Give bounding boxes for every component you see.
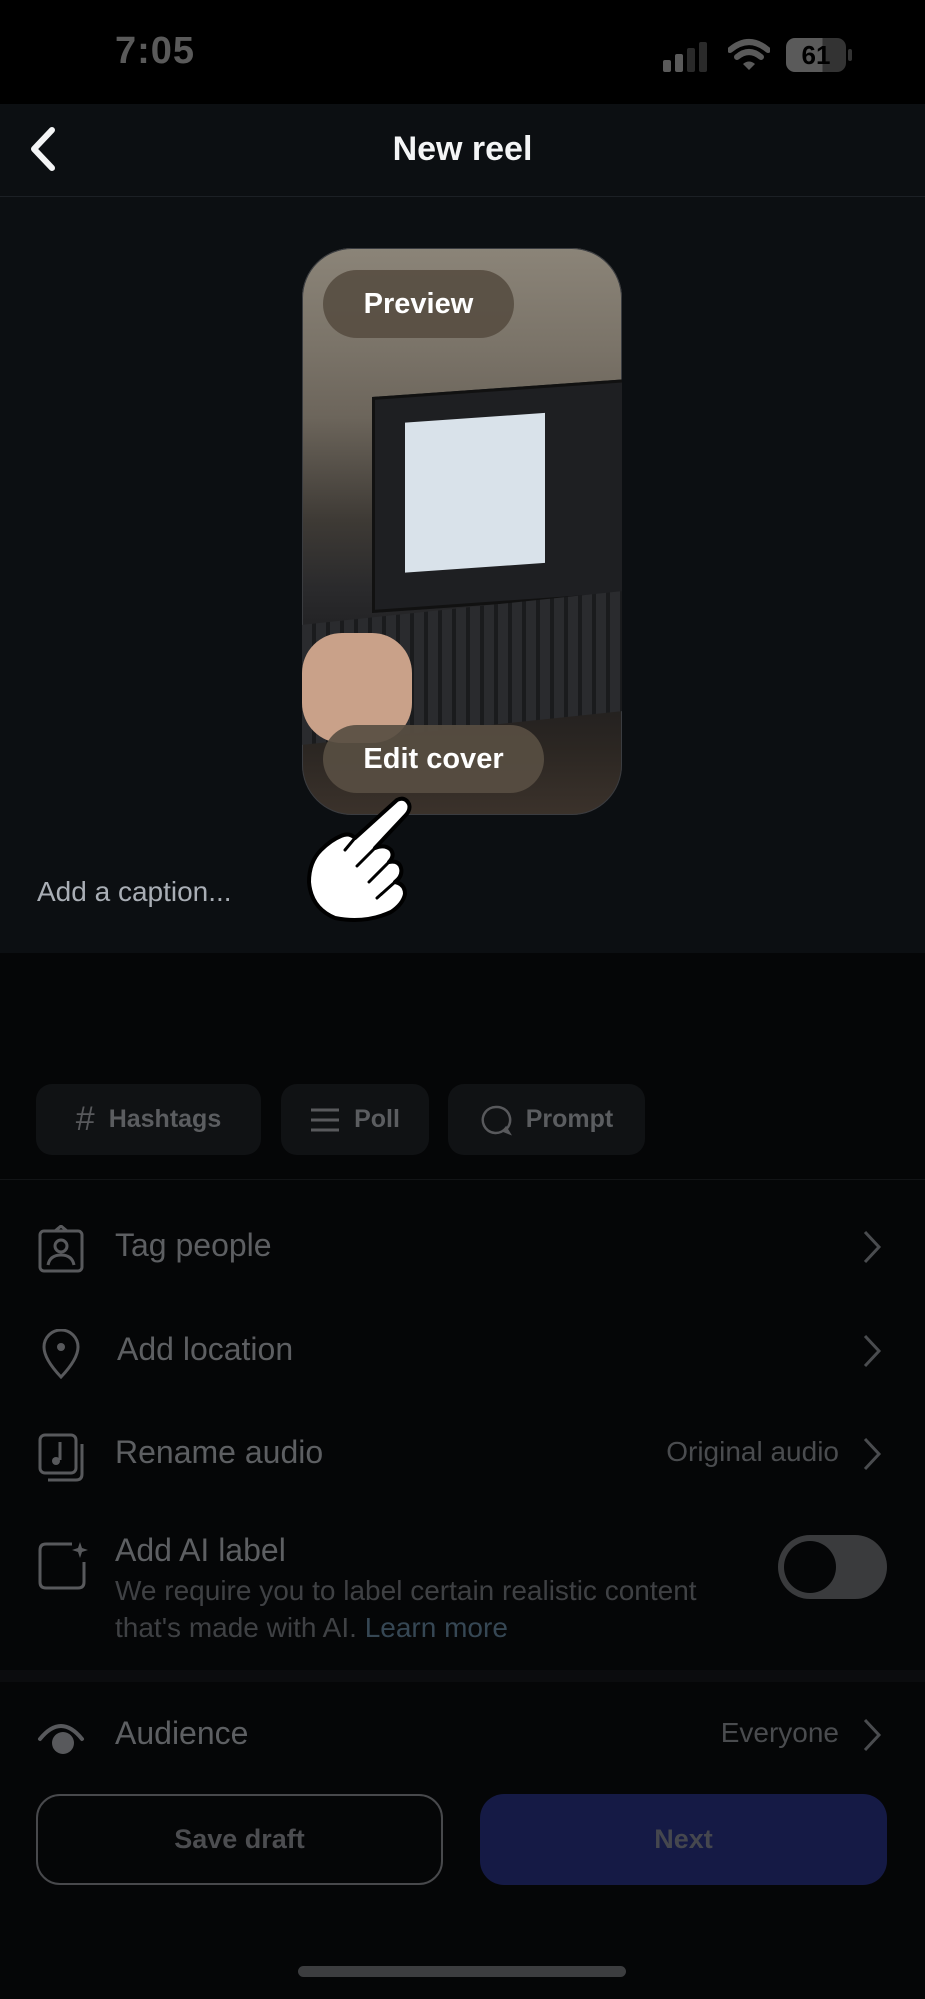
audio-icon (38, 1433, 84, 1482)
ai-label-toggle[interactable] (778, 1535, 887, 1599)
audience-eye-icon (38, 1724, 84, 1754)
row-value: Original audio (666, 1436, 839, 1467)
next-button[interactable]: Next (480, 1794, 887, 1885)
preview-button[interactable]: Preview (323, 270, 514, 338)
rename-audio-row[interactable]: Rename audio Original audio (0, 1414, 925, 1494)
battery-icon: 61 (786, 38, 846, 72)
reel-preview-card[interactable]: Preview Edit cover (302, 248, 622, 815)
battery-tip (848, 49, 852, 61)
tag-people-row[interactable]: Tag people (0, 1207, 925, 1287)
divider (0, 1179, 925, 1180)
edit-cover-button[interactable]: Edit cover (323, 725, 544, 793)
preview-thumbnail-laptop-screen (372, 379, 622, 613)
signal-icon (663, 42, 707, 72)
save-draft-button[interactable]: Save draft (36, 1794, 443, 1885)
chip-label: Poll (354, 1105, 400, 1133)
section-divider (0, 1670, 925, 1682)
ai-label-icon (38, 1542, 88, 1590)
chevron-right-icon (863, 1718, 882, 1752)
chip-label: Hashtags (108, 1105, 222, 1133)
location-pin-icon (42, 1329, 80, 1379)
status-bar: 7:05 61 (0, 0, 925, 104)
hashtags-chip[interactable]: # Hashtags (36, 1084, 261, 1155)
wifi-icon (728, 39, 770, 70)
row-label: Rename audio (115, 1434, 324, 1470)
preview-thumbnail-dialog (405, 412, 545, 573)
hashtag-icon: # (75, 1100, 95, 1138)
learn-more-link[interactable]: Learn more (365, 1612, 508, 1643)
status-time: 7:05 (115, 30, 196, 72)
row-label: Add location (117, 1331, 294, 1367)
chip-label: Prompt (525, 1105, 614, 1133)
poll-icon (311, 1108, 340, 1131)
row-label: Audience (115, 1715, 249, 1751)
page-title: New reel (392, 130, 533, 168)
poll-chip[interactable]: Poll (281, 1084, 429, 1155)
add-location-row[interactable]: Add location (0, 1311, 925, 1391)
tap-hand-cursor-icon (307, 796, 412, 922)
home-indicator[interactable] (298, 1966, 626, 1977)
row-label: Tag people (115, 1227, 272, 1263)
ai-label-description: We require you to label certain realisti… (115, 1572, 715, 1646)
prompt-chip[interactable]: Prompt (448, 1084, 645, 1155)
ai-label-title: Add AI label (115, 1532, 286, 1568)
prompt-icon (481, 1105, 512, 1136)
row-value: Everyone (720, 1717, 839, 1748)
audience-row[interactable]: Audience Everyone (0, 1695, 925, 1775)
chevron-right-icon (863, 1230, 882, 1264)
battery-level: 61 (801, 39, 831, 70)
tag-people-icon (38, 1225, 84, 1273)
toggle-knob (784, 1541, 836, 1593)
chevron-right-icon (863, 1334, 882, 1368)
chevron-right-icon (863, 1437, 882, 1471)
caption-input[interactable]: Add a caption... (37, 876, 232, 908)
header: New reel (0, 104, 925, 197)
